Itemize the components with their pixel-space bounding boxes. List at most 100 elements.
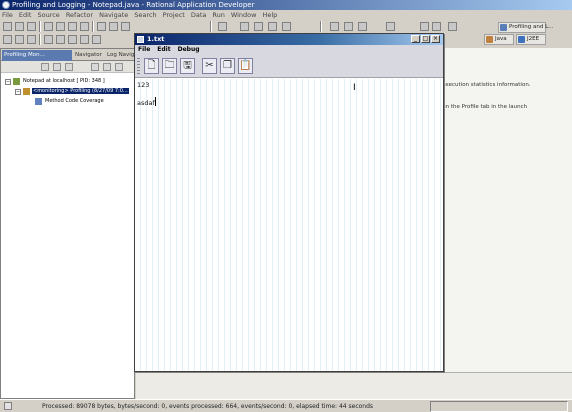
notepad-window[interactable]: 1.txt _ □ × File Edit Debug 🗋 🗀 🖫 ✂ ❐ 📋 … [134, 33, 444, 372]
search-icon[interactable] [344, 22, 353, 31]
stop-icon[interactable] [53, 63, 61, 71]
save-all-icon[interactable] [15, 22, 24, 31]
menu-navigate[interactable]: Navigate [99, 10, 128, 20]
monitor-agent-icon [23, 88, 30, 95]
main-window-titlebar[interactable]: Profiling and Logging - Notepad.java - R… [0, 0, 572, 10]
perspective-profiling[interactable]: Profiling and L... [498, 22, 553, 33]
new-package-icon[interactable] [109, 22, 118, 31]
database-icon[interactable] [254, 22, 263, 31]
tab-navigator[interactable]: Navigator [73, 50, 104, 61]
paste-button[interactable]: 📋 [238, 58, 253, 74]
tab-profiling-monitor[interactable]: Profiling Mon... [2, 50, 72, 61]
toolbar-grip[interactable] [137, 58, 140, 74]
perspective-j2ee[interactable]: J2EE [516, 34, 546, 45]
tree-label: Method Code Coverage [45, 98, 104, 104]
print-icon[interactable] [27, 22, 36, 31]
terminate-icon[interactable] [41, 63, 49, 71]
tree-node-process[interactable]: − Notepad at localhost [ PID: 348 ] [5, 77, 106, 86]
process-icon [13, 78, 20, 85]
last-edit-icon[interactable] [68, 35, 77, 44]
menu-edit[interactable]: Edit [19, 10, 32, 20]
java-perspective-icon [486, 36, 493, 43]
notepad-menu-edit[interactable]: Edit [157, 45, 170, 55]
monitor-icon[interactable] [218, 22, 227, 31]
perspective-java[interactable]: Java [484, 34, 514, 45]
view-tab-bar: Profiling Mon... Navigator Log Navig... [1, 49, 134, 61]
open-type-icon[interactable] [330, 22, 339, 31]
save-file-button[interactable]: 🖫 [180, 58, 195, 74]
filter-icon[interactable] [103, 63, 111, 71]
web-icon[interactable] [268, 22, 277, 31]
server-icon[interactable] [240, 22, 249, 31]
run-icon[interactable] [68, 22, 77, 31]
notepad-title: 1.txt [147, 35, 165, 43]
edit-icon[interactable] [27, 35, 36, 44]
maximize-button[interactable]: □ [421, 35, 430, 43]
window-icon [137, 36, 144, 43]
forward-icon[interactable] [432, 22, 441, 31]
menu-help[interactable]: Help [262, 10, 277, 20]
previous-annotation-icon[interactable] [56, 35, 65, 44]
refresh-icon[interactable] [91, 63, 99, 71]
toolbar-separator [39, 21, 41, 32]
notepad-menubar: File Edit Debug [135, 45, 443, 55]
tree-label: Notepad at localhost [ PID: 348 ] [23, 78, 105, 84]
copy-button[interactable]: ❐ [220, 58, 235, 74]
nav-forward-icon[interactable] [92, 35, 101, 44]
tree-node-method-coverage[interactable]: Method Code Coverage [35, 97, 105, 106]
main-menubar: File Edit Source Refactor Navigate Searc… [0, 10, 572, 20]
menu-project[interactable]: Project [163, 10, 185, 20]
xml-icon[interactable] [282, 22, 291, 31]
profile-icon[interactable] [80, 22, 89, 31]
collapse-toggle[interactable]: − [15, 88, 21, 95]
notepad-text-area[interactable]: 123 asdaf [135, 79, 443, 371]
build-icon[interactable] [44, 22, 53, 31]
notepad-titlebar[interactable]: 1.txt _ □ × [135, 34, 443, 45]
menu-search[interactable]: Search [134, 10, 156, 20]
new-class-icon[interactable] [121, 22, 130, 31]
menu-source[interactable]: Source [37, 10, 59, 20]
view-menu-icon[interactable] [115, 63, 123, 71]
bottom-view-area [136, 372, 572, 399]
fast-view-icon[interactable] [4, 402, 12, 410]
new-icon[interactable] [3, 35, 12, 44]
back-icon[interactable] [420, 22, 429, 31]
folder-icon[interactable] [386, 22, 395, 31]
perspective-label: J2EE [527, 36, 540, 42]
nav-back-icon[interactable] [80, 35, 89, 44]
debug-icon[interactable] [56, 22, 65, 31]
new-icon: 🗋 [147, 60, 156, 71]
toolbar-separator [210, 21, 212, 32]
toolbar-separator [39, 34, 41, 45]
main-window-title: Profiling and Logging - Notepad.java - R… [12, 1, 255, 9]
profiling-monitor-view: Profiling Mon... Navigator Log Navig... … [0, 48, 135, 399]
notepad-menu-file[interactable]: File [138, 45, 150, 55]
menu-window[interactable]: Window [231, 10, 257, 20]
close-button[interactable]: × [431, 35, 440, 43]
pause-icon[interactable] [65, 63, 73, 71]
tab-log-navigator[interactable]: Log Navig... [105, 50, 134, 61]
new-file-button[interactable]: 🗋 [144, 58, 159, 74]
text-line: 123 [137, 81, 150, 89]
open-icon[interactable] [15, 35, 24, 44]
menu-file[interactable]: File [2, 10, 13, 20]
paste-icon: 📋 [239, 60, 252, 71]
save-icon: 🖫 [183, 60, 192, 71]
menu-refactor[interactable]: Refactor [66, 10, 93, 20]
perspective-label: Profiling and L... [509, 24, 554, 30]
notepad-menu-debug[interactable]: Debug [178, 45, 200, 55]
next-annotation-icon[interactable] [44, 35, 53, 44]
globe-icon[interactable] [448, 22, 457, 31]
new-wizard-icon[interactable] [3, 22, 12, 31]
open-file-button[interactable]: 🗀 [162, 58, 177, 74]
cut-icon: ✂ [205, 60, 214, 71]
mark-occurrences-icon[interactable] [358, 22, 367, 31]
text-caret [155, 97, 156, 106]
cut-button[interactable]: ✂ [202, 58, 217, 74]
new-java-project-icon[interactable] [97, 22, 106, 31]
tree-node-monitoring[interactable]: − <monitoring> Profiling (8/27/09 7:0... [15, 87, 129, 96]
menu-data[interactable]: Data [191, 10, 207, 20]
menu-run[interactable]: Run [212, 10, 224, 20]
collapse-toggle[interactable]: − [5, 78, 11, 85]
minimize-button[interactable]: _ [411, 35, 420, 43]
